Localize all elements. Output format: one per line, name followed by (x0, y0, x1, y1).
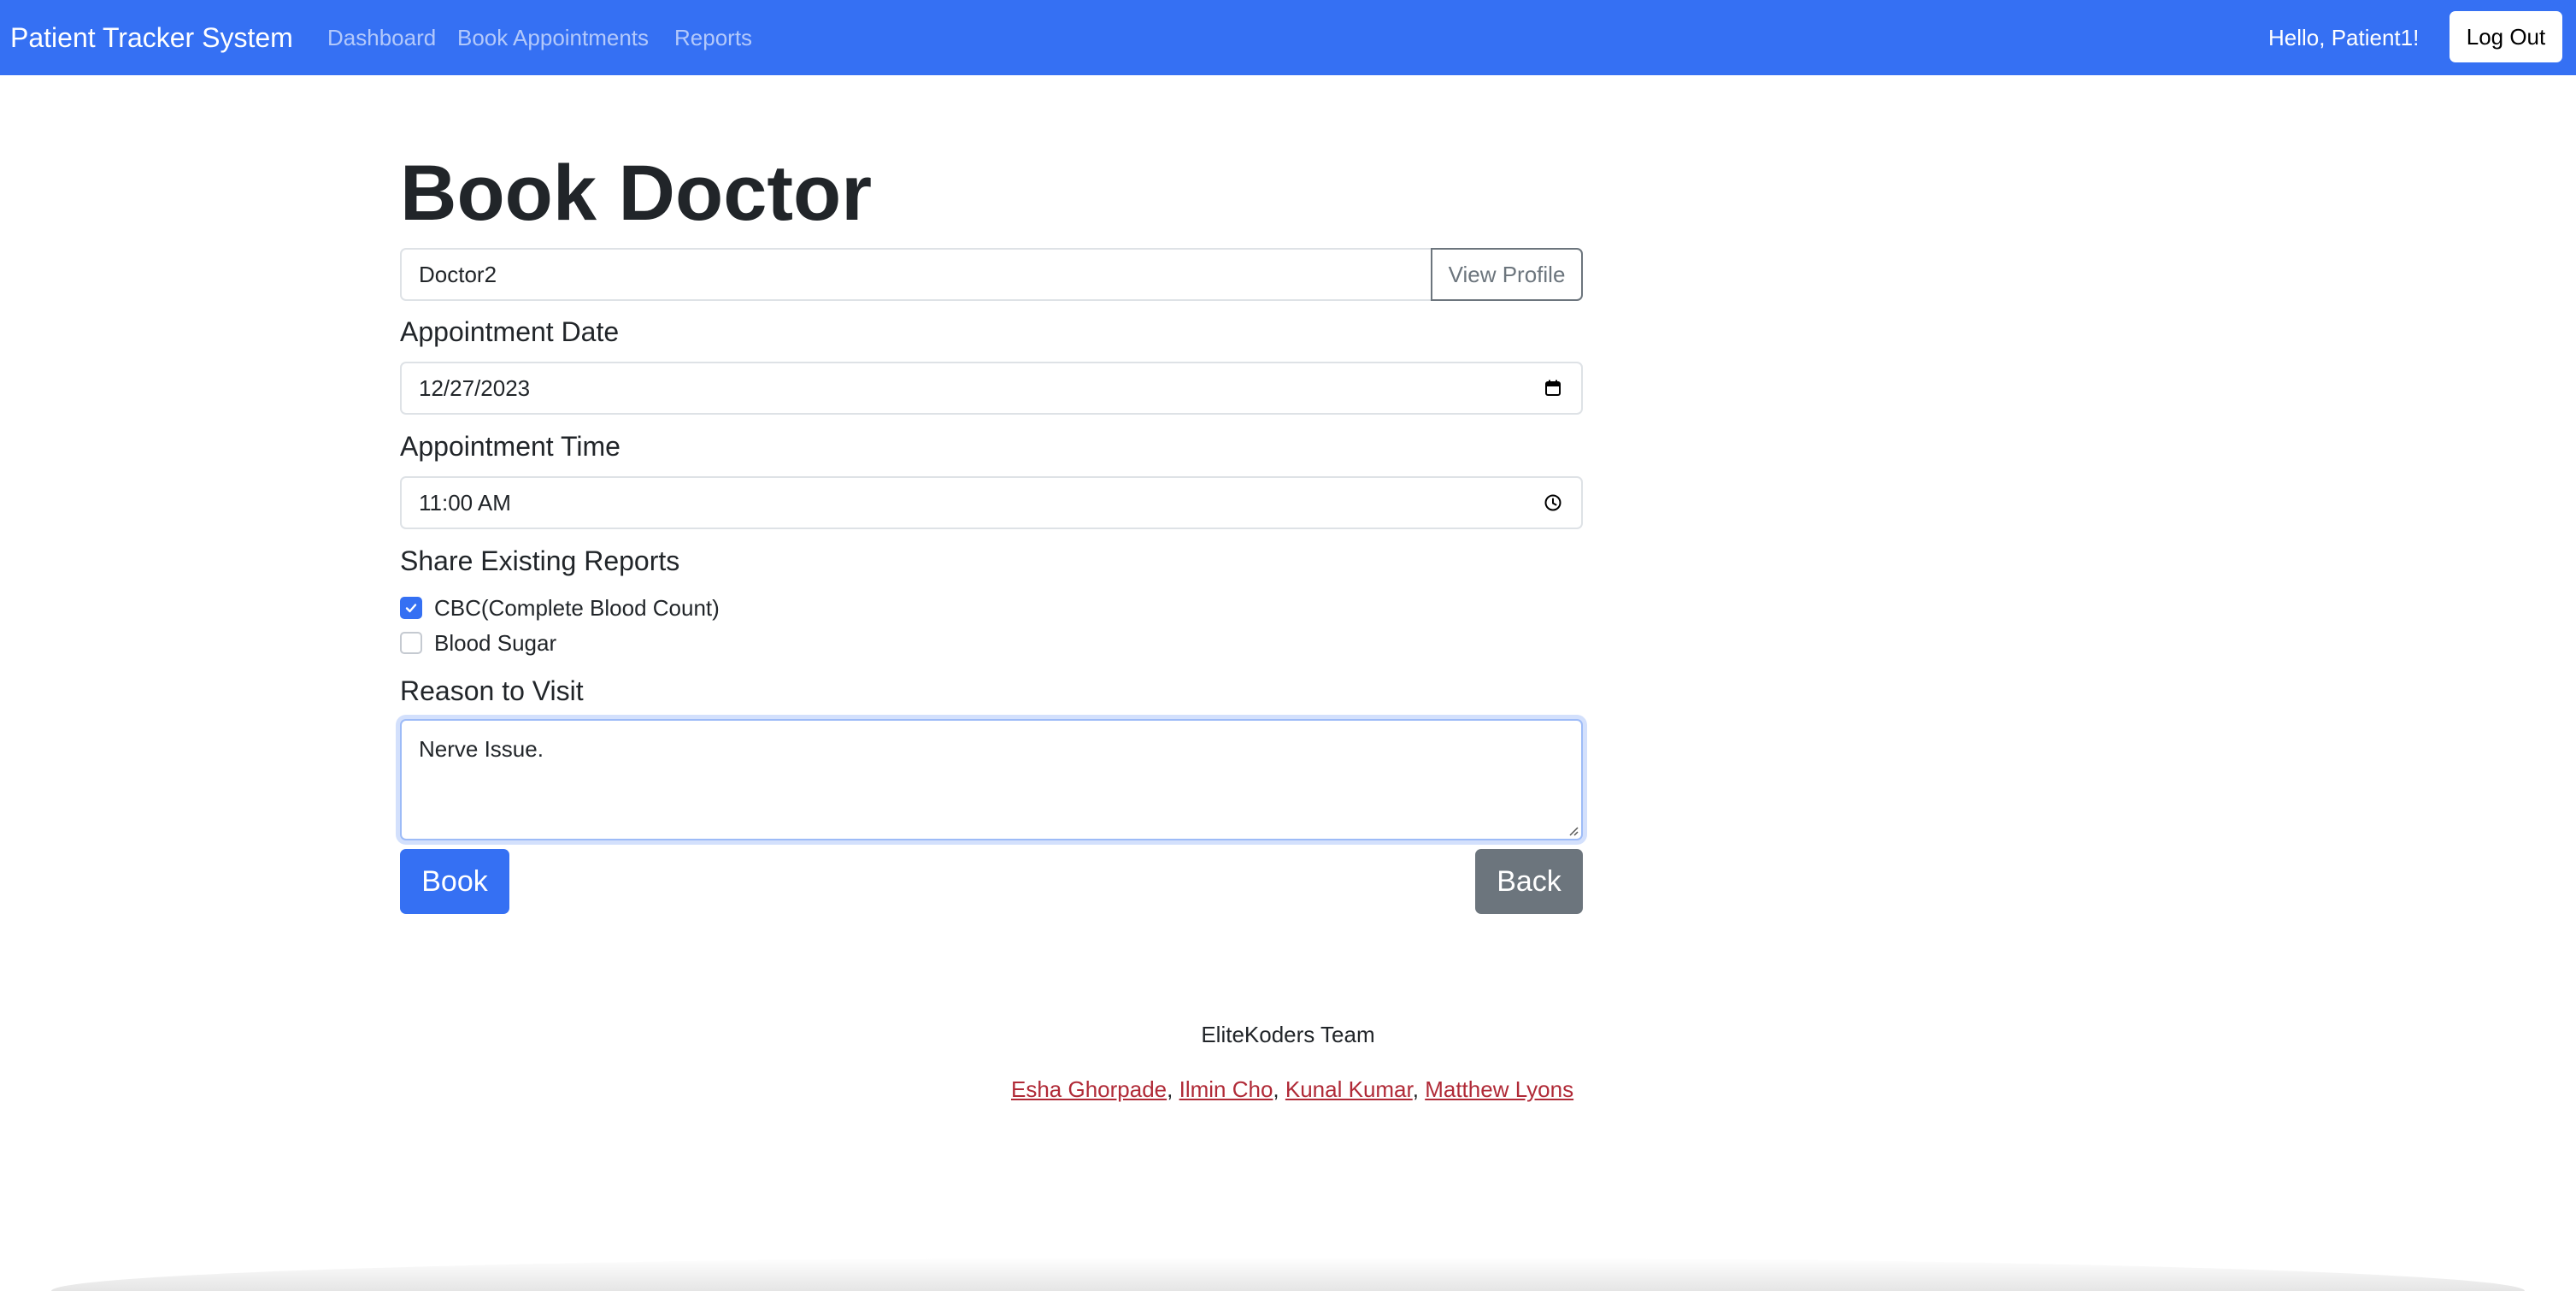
navbar: Patient Tracker System Dashboard Book Ap… (0, 0, 2576, 75)
member-link-esha-ghorpade[interactable]: Esha Ghorpade (1011, 1076, 1167, 1102)
member-link-matthew-lyons[interactable]: Matthew Lyons (1425, 1076, 1573, 1102)
appointment-date-field[interactable]: 12/27/2023 (400, 362, 1583, 415)
report-option-blood-sugar: Blood Sugar (400, 629, 556, 657)
appointment-date-value: 12/27/2023 (419, 375, 531, 401)
nav-link-dashboard[interactable]: Dashboard (327, 0, 436, 75)
appointment-time-label: Appointment Time (400, 431, 620, 462)
appointment-time-value: 11:00 AM (419, 490, 511, 516)
member-separator: , (1273, 1076, 1285, 1102)
blood-sugar-label[interactable]: Blood Sugar (434, 630, 556, 657)
user-greeting: Hello, Patient1! (2268, 25, 2420, 50)
brand-link[interactable]: Patient Tracker System (10, 0, 293, 75)
resize-handle-icon[interactable] (1567, 824, 1579, 836)
report-option-cbc: CBC(Complete Blood Count) (400, 594, 720, 622)
book-button[interactable]: Book (400, 849, 509, 914)
appointment-time-field[interactable]: 11:00 AM (400, 476, 1583, 529)
doctor-field[interactable] (400, 248, 1431, 301)
member-link-ilmin-cho[interactable]: Ilmin Cho (1179, 1076, 1273, 1102)
reason-textarea[interactable]: Nerve Issue. (400, 719, 1583, 840)
doctor-input-group: View Profile (400, 248, 1583, 301)
nav-link-book-appointments[interactable]: Book Appointments (457, 0, 649, 75)
clock-icon[interactable] (1544, 493, 1562, 512)
reason-value: Nerve Issue. (419, 736, 544, 762)
member-separator: , (1412, 1076, 1426, 1102)
footer-member-links: Esha Ghorpade, Ilmin Cho, Kunal Kumar, M… (1011, 1076, 1573, 1103)
footer-team-name: EliteKoders Team (1201, 1022, 1375, 1047)
member-link-kunal-kumar[interactable]: Kunal Kumar (1285, 1076, 1413, 1102)
page-title: Book Doctor (400, 150, 872, 237)
checkmark-icon (405, 604, 417, 613)
logout-button[interactable]: Log Out (2450, 11, 2562, 62)
calendar-icon[interactable] (1544, 379, 1562, 398)
view-profile-button[interactable]: View Profile (1431, 248, 1583, 301)
page-bottom-shadow (51, 1257, 2525, 1291)
nav-link-reports[interactable]: Reports (674, 0, 752, 75)
appointment-date-label: Appointment Date (400, 316, 620, 347)
member-separator: , (1167, 1076, 1179, 1102)
cbc-label[interactable]: CBC(Complete Blood Count) (434, 595, 720, 622)
blood-sugar-checkbox[interactable] (400, 632, 422, 654)
back-button[interactable]: Back (1475, 849, 1583, 914)
reason-label: Reason to Visit (400, 675, 584, 706)
cbc-checkbox[interactable] (400, 597, 422, 619)
share-reports-label: Share Existing Reports (400, 545, 680, 576)
